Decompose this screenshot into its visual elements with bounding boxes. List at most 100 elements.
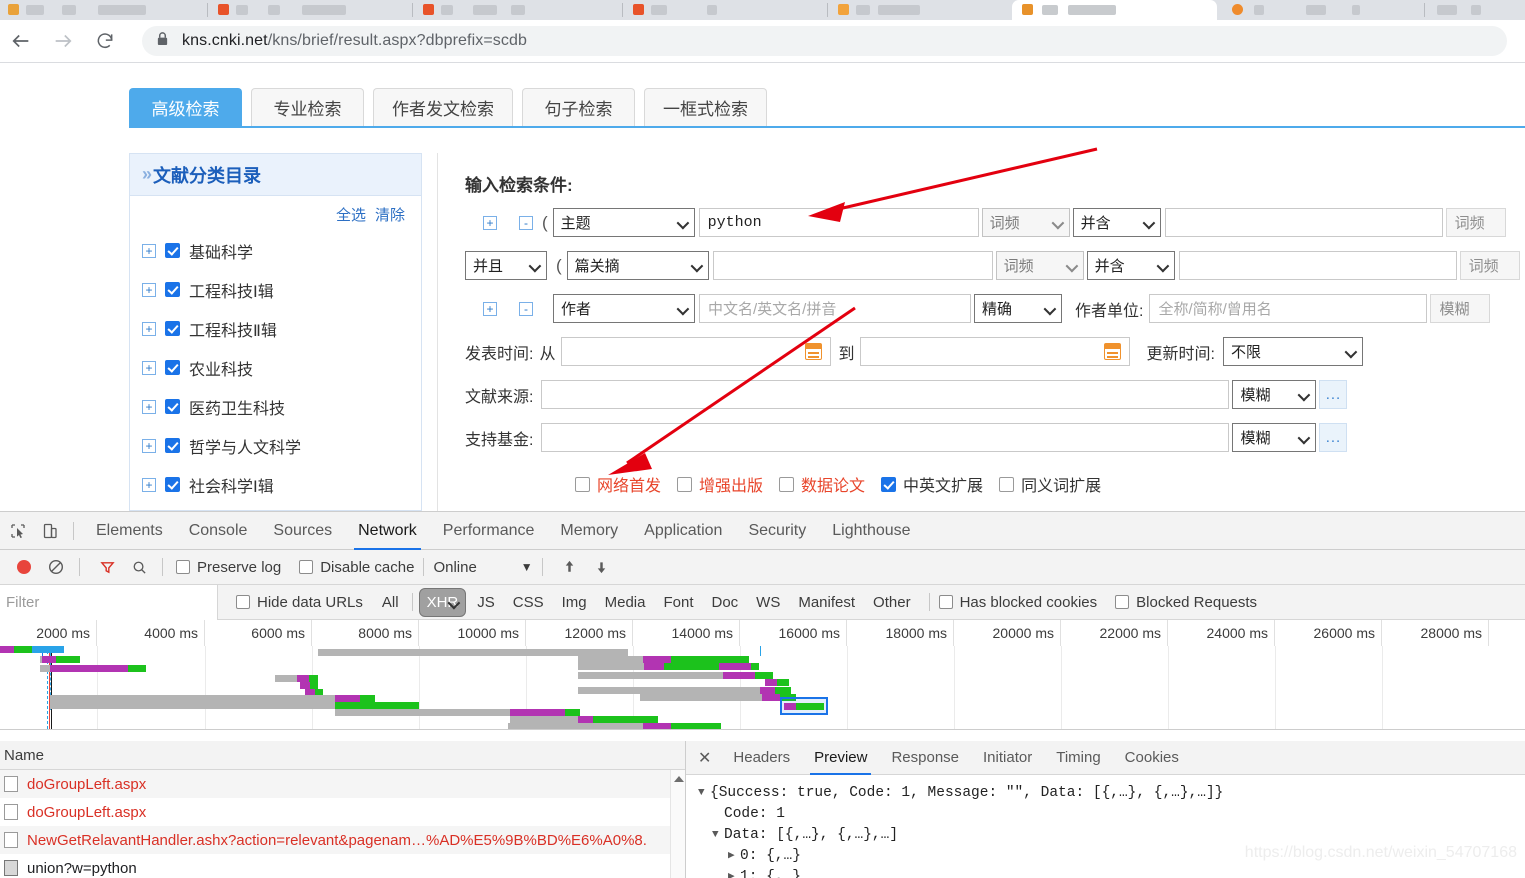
record-stop-icon[interactable]: [10, 553, 38, 581]
option-checkbox[interactable]: [999, 476, 1015, 492]
publish-date-from-input[interactable]: [561, 337, 832, 366]
logic-select-2[interactable]: 并含: [1086, 251, 1175, 280]
word-frequency-select-2b[interactable]: 词频: [1459, 251, 1520, 280]
detail-tab-headers[interactable]: Headers: [721, 741, 802, 775]
option-enhanced-pub[interactable]: 增强出版: [677, 472, 763, 496]
fund-more-button[interactable]: ...: [1319, 423, 1348, 452]
option-online-first[interactable]: 网络首发: [575, 472, 661, 496]
source-match-select[interactable]: 模糊: [1232, 380, 1317, 409]
devtools-tab-console[interactable]: Console: [176, 512, 261, 550]
search-icon[interactable]: [125, 553, 153, 581]
back-arrow-icon[interactable]: [8, 28, 34, 54]
option-checkbox[interactable]: [677, 476, 693, 492]
logic-select-1[interactable]: 并含: [1072, 208, 1161, 237]
fund-input[interactable]: [541, 423, 1230, 452]
export-har-icon[interactable]: [588, 553, 616, 581]
collapse-triangle-icon[interactable]: ▼: [712, 825, 724, 846]
category-item-7[interactable]: + 社会科学Ⅱ辑: [142, 504, 421, 511]
word-frequency-select-1[interactable]: 词频: [981, 208, 1070, 237]
type-filter-font[interactable]: Font: [656, 592, 700, 613]
type-filter-other[interactable]: Other: [866, 592, 918, 613]
clear-link[interactable]: 清除: [375, 204, 405, 225]
address-bar[interactable]: kns.cnki.net/kns/brief/result.aspx?dbpre…: [142, 26, 1507, 56]
disable-cache-checkbox[interactable]: Disable cache: [299, 559, 414, 576]
word-frequency-select-2[interactable]: 词频: [995, 251, 1084, 280]
logic-prefix-select-2[interactable]: 并且: [465, 251, 547, 280]
forward-arrow-icon[interactable]: [50, 28, 76, 54]
tab-professional-search[interactable]: 专业检索: [251, 88, 364, 126]
category-checkbox[interactable]: [165, 477, 180, 492]
option-checkbox[interactable]: [575, 476, 590, 492]
expand-plus-icon[interactable]: +: [142, 321, 156, 336]
detail-tab-cookies[interactable]: Cookies: [1113, 741, 1191, 775]
category-checkbox[interactable]: [165, 243, 180, 258]
tab-onebox-search[interactable]: 一框式检索: [644, 88, 767, 126]
option-cn-en-expand[interactable]: 中英文扩展: [881, 472, 983, 496]
calendar-icon[interactable]: [805, 343, 823, 360]
tab-advanced-search[interactable]: 高级检索: [129, 88, 242, 126]
table-row[interactable]: doGroupLeft.aspx: [0, 798, 685, 826]
tab-author-search[interactable]: 作者发文检索: [373, 88, 513, 126]
expand-plus-icon[interactable]: +: [142, 282, 156, 297]
devtools-tab-elements[interactable]: Elements: [83, 512, 176, 550]
option-checkbox[interactable]: [779, 476, 795, 492]
source-input[interactable]: [541, 380, 1230, 409]
browser-tab-active[interactable]: [1012, 0, 1217, 20]
author-unit-input[interactable]: 全称/简称/曾用名: [1149, 294, 1428, 323]
overview-selection-box[interactable]: [780, 697, 828, 715]
type-filter-doc[interactable]: Doc: [704, 592, 745, 613]
filter-funnel-icon[interactable]: [93, 553, 121, 581]
add-author-plus-icon[interactable]: +: [483, 301, 497, 316]
remove-author-minus-icon[interactable]: -: [519, 301, 533, 316]
category-checkbox[interactable]: [165, 321, 180, 336]
add-row-plus-icon[interactable]: +: [483, 215, 497, 230]
table-row[interactable]: NewGetRelavantHandler.ashx?action=releva…: [0, 826, 685, 854]
type-filter-xhr[interactable]: XHR: [418, 587, 467, 617]
keyword-input-1b[interactable]: [1164, 208, 1443, 237]
inspect-element-icon[interactable]: [4, 517, 32, 545]
devtools-tab-performance[interactable]: Performance: [430, 512, 548, 550]
remove-row-minus-icon[interactable]: -: [519, 215, 533, 230]
collapse-triangle-icon[interactable]: ▼: [698, 783, 710, 804]
type-filter-css[interactable]: CSS: [506, 592, 551, 613]
expand-plus-icon[interactable]: +: [142, 243, 156, 258]
category-item-4[interactable]: + 医药卫生科技: [142, 387, 421, 426]
json-line[interactable]: ▶ 1: {,…}: [698, 867, 1525, 878]
type-filter-js[interactable]: JS: [470, 592, 502, 613]
keyword-input-2[interactable]: [712, 251, 993, 280]
type-filter-ws[interactable]: WS: [749, 592, 787, 613]
devtools-tab-security[interactable]: Security: [735, 512, 819, 550]
import-har-icon[interactable]: [556, 553, 584, 581]
browser-tab-strip[interactable]: [0, 0, 1525, 20]
tab-sentence-search[interactable]: 句子检索: [522, 88, 635, 126]
source-more-button[interactable]: ...: [1319, 380, 1348, 409]
update-time-select[interactable]: 不限: [1222, 337, 1363, 366]
throttling-select[interactable]: Online: [433, 559, 476, 576]
close-icon[interactable]: ✕: [694, 748, 721, 768]
category-item-0[interactable]: + 基础科学: [142, 231, 421, 270]
browser-tab[interactable]: [415, 0, 620, 20]
category-item-1[interactable]: + 工程科技Ⅰ辑: [142, 270, 421, 309]
keyword-input-1[interactable]: python: [698, 208, 979, 237]
chevron-down-icon[interactable]: ▼: [521, 560, 533, 574]
field-select-1[interactable]: 主题: [552, 208, 695, 237]
category-item-3[interactable]: + 农业科技: [142, 348, 421, 387]
json-line[interactable]: ▼ {Success: true, Code: 1, Message: "", …: [698, 783, 1525, 804]
table-row[interactable]: doGroupLeft.aspx: [0, 770, 685, 798]
publish-date-to-input[interactable]: [860, 337, 1131, 366]
option-checkbox[interactable]: [881, 476, 897, 492]
expand-plus-icon[interactable]: +: [142, 399, 156, 414]
type-filter-img[interactable]: Img: [555, 592, 594, 613]
browser-tab[interactable]: [1427, 0, 1525, 20]
author-name-input[interactable]: 中文名/英文名/拼音: [699, 294, 971, 323]
option-synonym-expand[interactable]: 同义词扩展: [999, 472, 1101, 496]
filter-input[interactable]: Filter: [0, 584, 218, 620]
detail-tab-timing[interactable]: Timing: [1044, 741, 1112, 775]
hide-data-urls-checkbox[interactable]: Hide data URLs: [236, 594, 363, 611]
has-blocked-cookies-checkbox[interactable]: Has blocked cookies: [938, 594, 1097, 611]
browser-tab[interactable]: [210, 0, 410, 20]
category-checkbox[interactable]: [165, 282, 180, 297]
expand-plus-icon[interactable]: +: [142, 438, 156, 453]
author-field-select[interactable]: 作者: [553, 294, 695, 323]
expand-triangle-icon[interactable]: ▶: [728, 867, 740, 878]
